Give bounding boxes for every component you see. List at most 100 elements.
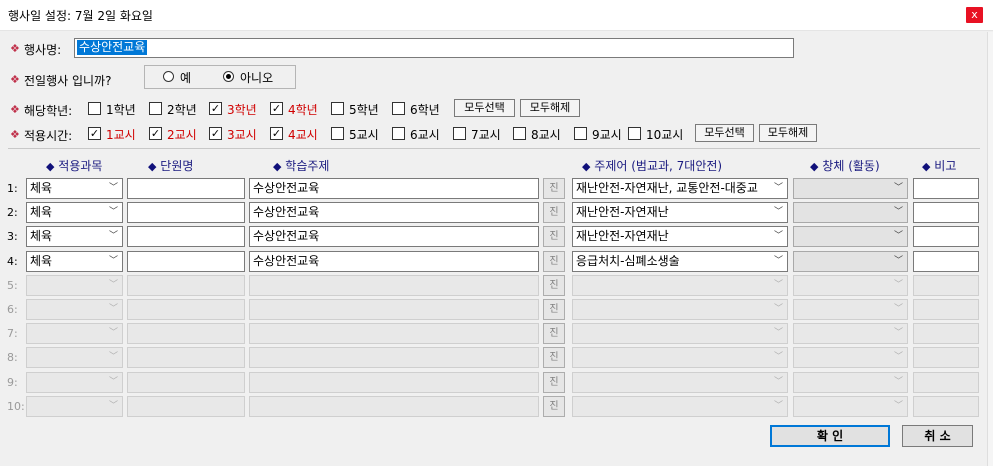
unit-input[interactable] bbox=[127, 202, 245, 223]
note-input[interactable] bbox=[913, 226, 979, 247]
note-input[interactable] bbox=[913, 178, 979, 199]
topic-input[interactable]: 수상안전교육 bbox=[249, 251, 539, 272]
subject-dropdown: ﹀ bbox=[26, 347, 123, 368]
jin-button[interactable]: 진 bbox=[543, 323, 565, 344]
subject-dropdown[interactable]: 체육 ﹀ bbox=[26, 251, 123, 272]
period-6-checkbox[interactable] bbox=[392, 127, 405, 140]
topic-input[interactable]: 수상안전교육 bbox=[249, 202, 539, 223]
header-subject: ◆ 적용과목 bbox=[46, 159, 103, 173]
subject-value: 체육 bbox=[30, 254, 53, 268]
subject-value: 체육 bbox=[30, 229, 53, 243]
grade-5-checkbox[interactable] bbox=[331, 102, 344, 115]
subject-value: 체육 bbox=[30, 181, 53, 195]
period-4-checkbox[interactable]: ✓ bbox=[270, 127, 283, 140]
jin-button[interactable]: 진 bbox=[543, 275, 565, 296]
jin-button[interactable]: 진 bbox=[543, 347, 565, 368]
jin-button[interactable]: 진 bbox=[543, 178, 565, 199]
check-icon: ✓ bbox=[150, 127, 161, 140]
header-note: ◆ 비고 bbox=[922, 159, 957, 173]
radio-no[interactable] bbox=[223, 71, 234, 82]
radio-yes-label: 예 bbox=[180, 71, 192, 85]
jin-button[interactable]: 진 bbox=[543, 226, 565, 247]
chevron-down-icon: ﹀ bbox=[890, 252, 907, 271]
chevron-down-icon: ﹀ bbox=[105, 300, 122, 319]
row-number: 8: bbox=[7, 351, 18, 364]
ok-button[interactable]: 확 인 bbox=[770, 425, 890, 447]
row-number: 7: bbox=[7, 327, 18, 340]
keyword-dropdown[interactable]: 재난안전-자연재난, 교통안전-대중교 ﹀ bbox=[572, 178, 788, 199]
unit-input[interactable] bbox=[127, 178, 245, 199]
row-number: 3: bbox=[7, 230, 18, 243]
subject-dropdown[interactable]: 체육 ﹀ bbox=[26, 226, 123, 247]
close-button[interactable]: x bbox=[966, 7, 983, 23]
all-day-label: 전일행사 입니까? bbox=[24, 74, 112, 88]
row-number: 9: bbox=[7, 376, 18, 389]
creative-dropdown[interactable]: ﹀ bbox=[793, 178, 908, 199]
creative-dropdown: ﹀ bbox=[793, 396, 908, 417]
period-9-checkbox[interactable] bbox=[574, 127, 587, 140]
radio-yes[interactable] bbox=[163, 71, 174, 82]
periods-select-all-button[interactable]: 모두선택 bbox=[695, 124, 754, 142]
event-name-label: 행사명: bbox=[24, 43, 62, 57]
period-7-label: 7교시 bbox=[471, 128, 501, 142]
grades-clear-all-button[interactable]: 모두해제 bbox=[520, 99, 580, 117]
period-10-checkbox[interactable] bbox=[628, 127, 641, 140]
period-2-checkbox[interactable]: ✓ bbox=[149, 127, 162, 140]
jin-button[interactable]: 진 bbox=[543, 396, 565, 417]
keyword-value: 재난안전-자연재난 bbox=[576, 205, 669, 219]
chevron-down-icon: ﹀ bbox=[770, 276, 787, 295]
creative-dropdown[interactable]: ﹀ bbox=[793, 226, 908, 247]
keyword-dropdown[interactable]: 재난안전-자연재난 ﹀ bbox=[572, 226, 788, 247]
header-unit: ◆ 단원명 bbox=[148, 159, 194, 173]
period-7-checkbox[interactable] bbox=[453, 127, 466, 140]
unit-input[interactable] bbox=[127, 251, 245, 272]
diamond-icon: ◆ bbox=[148, 160, 157, 173]
subject-dropdown: ﹀ bbox=[26, 299, 123, 320]
period-5-checkbox[interactable] bbox=[331, 127, 344, 140]
jin-button[interactable]: 진 bbox=[543, 299, 565, 320]
window-title: 행사일 설정: 7월 2일 화요일 bbox=[8, 9, 153, 23]
check-icon: ✓ bbox=[210, 102, 221, 115]
keyword-value: 재난안전-자연재난, 교통안전-대중교 bbox=[576, 181, 758, 195]
keyword-dropdown[interactable]: 재난안전-자연재난 ﹀ bbox=[572, 202, 788, 223]
chevron-down-icon: ﹀ bbox=[770, 324, 787, 343]
subject-dropdown[interactable]: 체육 ﹀ bbox=[26, 202, 123, 223]
creative-dropdown[interactable]: ﹀ bbox=[793, 202, 908, 223]
header-keyword: ◆ 주제어 (범교과, 7대안전) bbox=[582, 159, 723, 173]
jin-button[interactable]: 진 bbox=[543, 251, 565, 272]
period-3-checkbox[interactable]: ✓ bbox=[209, 127, 222, 140]
jin-button[interactable]: 진 bbox=[543, 202, 565, 223]
keyword-dropdown[interactable]: 응급처치-심폐소생술 ﹀ bbox=[572, 251, 788, 272]
grades-select-all-button[interactable]: 모두선택 bbox=[454, 99, 515, 117]
cancel-button[interactable]: 취 소 bbox=[902, 425, 973, 447]
grade-2-checkbox[interactable] bbox=[149, 102, 162, 115]
row-number: 2: bbox=[7, 206, 18, 219]
keyword-dropdown: ﹀ bbox=[572, 275, 788, 296]
scrollbar[interactable] bbox=[987, 32, 993, 466]
note-input[interactable] bbox=[913, 251, 979, 272]
unit-input[interactable] bbox=[127, 226, 245, 247]
topic-input[interactable]: 수상안전교육 bbox=[249, 226, 539, 247]
grade-3-checkbox[interactable]: ✓ bbox=[209, 102, 222, 115]
topic-input[interactable]: 수상안전교육 bbox=[249, 178, 539, 199]
diamond-icon: ❖ bbox=[10, 128, 20, 141]
grade-1-checkbox[interactable] bbox=[88, 102, 101, 115]
period-8-checkbox[interactable] bbox=[513, 127, 526, 140]
chevron-down-icon: ﹀ bbox=[105, 252, 122, 271]
creative-dropdown[interactable]: ﹀ bbox=[793, 251, 908, 272]
event-name-input[interactable] bbox=[74, 38, 794, 58]
grade-6-checkbox[interactable] bbox=[392, 102, 405, 115]
radio-no-label: 아니오 bbox=[240, 71, 274, 85]
row-number: 10: bbox=[7, 400, 25, 413]
note-input bbox=[913, 347, 979, 368]
periods-clear-all-button[interactable]: 모두해제 bbox=[759, 124, 817, 142]
unit-input bbox=[127, 299, 245, 320]
jin-button[interactable]: 진 bbox=[543, 372, 565, 393]
chevron-down-icon: ﹀ bbox=[105, 276, 122, 295]
note-input[interactable] bbox=[913, 202, 979, 223]
period-3-label: 3교시 bbox=[227, 128, 257, 142]
period-1-checkbox[interactable]: ✓ bbox=[88, 127, 101, 140]
topic-input bbox=[249, 275, 539, 296]
subject-dropdown[interactable]: 체육 ﹀ bbox=[26, 178, 123, 199]
grade-4-checkbox[interactable]: ✓ bbox=[270, 102, 283, 115]
